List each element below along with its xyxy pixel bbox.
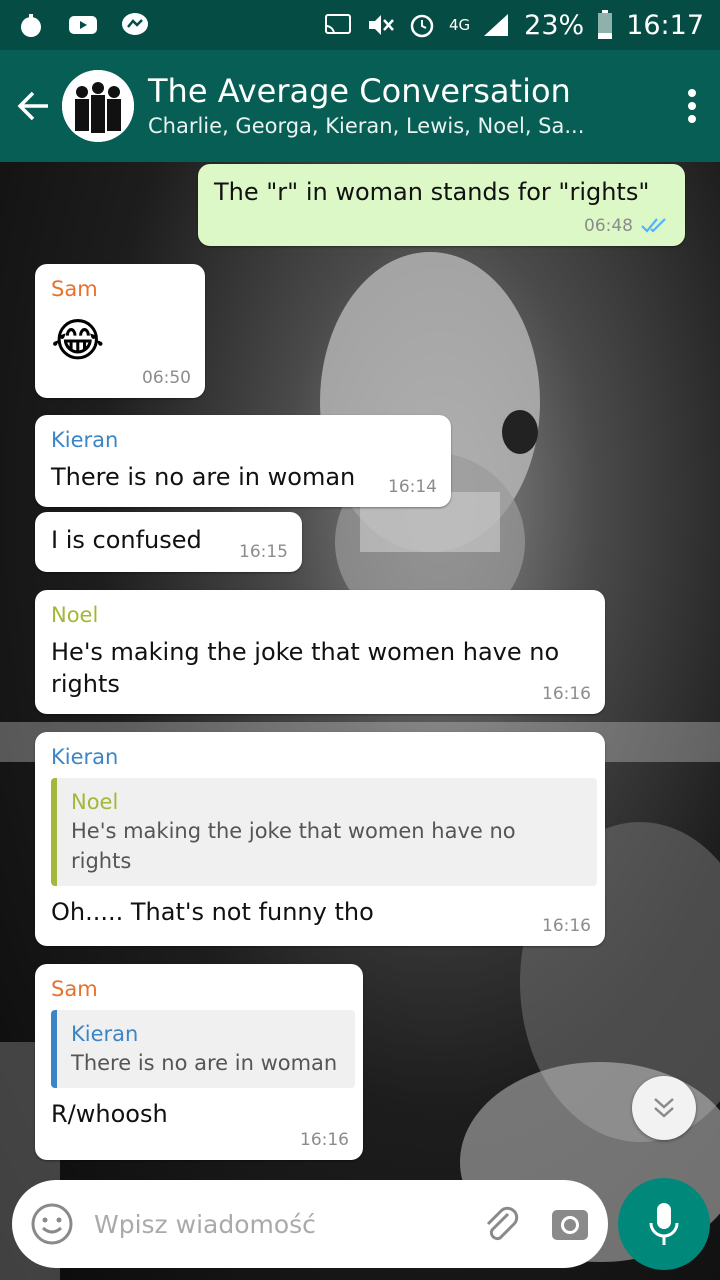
back-button[interactable] <box>6 50 62 162</box>
messenger-icon <box>122 13 148 35</box>
emoji-icon[interactable] <box>30 1202 74 1246</box>
scroll-to-bottom-button[interactable] <box>632 1076 696 1140</box>
message-text: The "r" in woman stands for "rights" <box>214 178 650 206</box>
group-avatar-image <box>62 70 134 142</box>
message-incoming[interactable]: I is confused 16:15 <box>35 512 302 572</box>
message-time: 16:16 <box>542 916 591 936</box>
notification-icon <box>21 14 41 37</box>
group-avatar[interactable] <box>62 70 134 142</box>
message-incoming[interactable]: Noel He's making the joke that women hav… <box>35 590 605 714</box>
double-chevron-down-icon <box>654 1098 674 1118</box>
cast-icon <box>325 14 351 35</box>
message-time: 16:14 <box>388 477 437 497</box>
double-check-read-icon <box>641 218 666 233</box>
message-text: R/whoosh <box>51 1100 168 1128</box>
quoted-text: There is no are in woman <box>71 1051 338 1075</box>
message-sender: Noel <box>51 603 99 627</box>
message-sender: Kieran <box>51 428 119 452</box>
message-incoming[interactable]: Kieran Noel He's making the joke that wo… <box>35 732 605 946</box>
status-bar: 4G 23% 16:17 <box>0 0 720 50</box>
chat-participants: Charlie, Georga, Kieran, Lewis, Noel, Sa… <box>148 114 585 138</box>
message-incoming[interactable]: Sam 😂 06:50 <box>35 264 205 398</box>
menu-button[interactable] <box>664 50 720 162</box>
message-sender: Sam <box>51 277 98 301</box>
message-input[interactable] <box>94 1209 478 1239</box>
quoted-text: He's making the joke that women have no … <box>71 819 516 873</box>
battery-percent: 23% <box>524 9 585 41</box>
message-time: 06:50 <box>142 368 191 388</box>
battery-icon <box>598 10 613 39</box>
message-sender: Kieran <box>51 745 119 769</box>
signal-icon <box>484 14 509 36</box>
message-time: 16:16 <box>542 684 591 704</box>
message-time: 16:16 <box>300 1130 349 1150</box>
youtube-icon <box>69 16 97 34</box>
more-vert-icon <box>688 89 696 123</box>
chat-title: The Average Conversation <box>148 72 571 110</box>
message-text: Oh..... That's not funny tho <box>51 898 374 926</box>
quoted-sender: Kieran <box>71 1022 139 1046</box>
message-composer <box>12 1180 608 1268</box>
chat-area[interactable]: The "r" in woman stands for "rights" 06:… <box>0 162 720 1280</box>
message-incoming[interactable]: Sam Kieran There is no are in woman R/wh… <box>35 964 363 1160</box>
message-incoming[interactable]: Kieran There is no are in woman 16:14 <box>35 415 451 507</box>
message-text: He's making the joke that women have no … <box>51 638 560 698</box>
quoted-sender: Noel <box>71 790 119 814</box>
message-text: There is no are in woman <box>51 463 356 491</box>
emoji-face-with-tears-of-joy: 😂 <box>51 313 105 367</box>
message-outgoing[interactable]: The "r" in woman stands for "rights" 06:… <box>198 164 685 246</box>
quoted-message[interactable]: Kieran There is no are in woman <box>51 1010 355 1088</box>
message-time: 06:48 <box>584 216 633 236</box>
network-type: 4G <box>449 16 471 34</box>
message-sender: Sam <box>51 977 98 1001</box>
mute-icon <box>369 15 394 35</box>
voice-message-button[interactable] <box>618 1178 710 1270</box>
chat-header: The Average Conversation Charlie, Georga… <box>0 50 720 162</box>
alarm-icon <box>410 14 434 38</box>
paperclip-icon[interactable] <box>478 1202 522 1246</box>
status-clock: 16:17 <box>626 9 704 41</box>
quoted-message[interactable]: Noel He's making the joke that women hav… <box>51 778 597 886</box>
chat-title-block[interactable]: The Average Conversation Charlie, Georga… <box>148 71 664 141</box>
message-time: 16:15 <box>239 542 288 562</box>
microphone-icon <box>649 1203 679 1245</box>
camera-icon[interactable] <box>550 1204 590 1244</box>
arrow-left-icon <box>17 91 48 121</box>
